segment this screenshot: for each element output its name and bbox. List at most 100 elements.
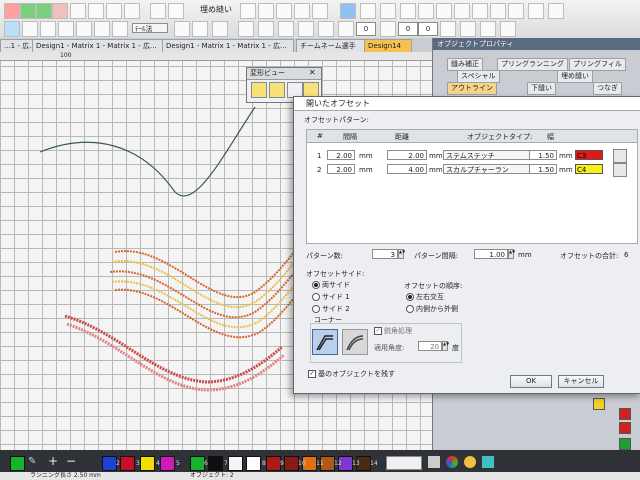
zigzag4-tool-button[interactable] [294,3,310,19]
hourglass-tool-button[interactable] [258,21,274,37]
remove-color-icon[interactable]: − [66,454,76,468]
stitch-tool-button[interactable] [4,3,20,19]
zigzag5-tool-button[interactable] [312,3,328,19]
extra-value[interactable]: 0 [418,22,438,36]
swatch-11[interactable] [284,456,299,471]
pen-tool-button[interactable] [150,3,166,19]
row1-spacing-input[interactable]: 2.00 [327,150,355,160]
swatch-9[interactable] [246,456,261,471]
corner-sharp-icon[interactable] [312,329,338,355]
wave5-tool-button[interactable] [480,21,496,37]
swatch-10[interactable] [266,456,281,471]
grid3-tool-button[interactable] [94,21,110,37]
rotate-icon[interactable] [338,21,354,37]
zigzag-tool-button[interactable] [240,3,256,19]
pattern7-tool-button[interactable] [454,3,470,19]
swatch-8[interactable] [228,456,243,471]
swatch-4[interactable] [140,456,155,471]
pattern-spacing-input[interactable]: 1.00 [474,249,508,259]
rotate-value[interactable]: 0 [356,22,376,36]
cancel-button[interactable]: キャンセル [558,375,604,388]
row1-color-picker-icon[interactable] [613,149,627,163]
tab-connect[interactable]: つなぎ [593,82,622,95]
arrow-tool-button[interactable] [238,21,254,37]
hourglass2-tool-button[interactable] [278,21,294,37]
tab-doc3[interactable]: Design1 - Matrix 1 - Matrix 1 - 広... [162,39,294,53]
swatch-green[interactable] [619,438,631,450]
shirt-tool-button[interactable] [20,3,36,19]
tab-fill[interactable]: 埋め縫い [557,70,593,83]
wave2-tool-button[interactable] [88,3,104,19]
swatch-2[interactable] [102,456,117,471]
corner-round-icon[interactable] [342,329,368,355]
side-both-radio[interactable] [312,281,320,289]
swatch-red[interactable] [619,408,631,420]
shape2-tool-button[interactable] [192,21,208,37]
row2-color-swatch[interactable]: C4 [575,164,603,174]
slant-icon[interactable] [380,21,396,37]
blue-tool-button[interactable] [340,3,356,19]
pattern8-tool-button[interactable] [472,3,488,19]
pattern-count-input[interactable]: 3 [372,249,398,259]
swatch-5[interactable] [160,456,175,471]
tab-design14[interactable]: Design14 [364,39,412,53]
node-select-icon[interactable] [251,82,267,98]
tab-doc2[interactable]: Design1 - Matrix 1 - Matrix 1 - 広... [32,39,164,53]
swatch-6[interactable] [190,456,205,471]
pattern-tool-button[interactable] [52,3,68,19]
row2-distance-input[interactable]: 4.00 [387,164,427,174]
curve-tool-button[interactable] [76,21,92,37]
pattern-count-spinner[interactable]: ▲▼ [398,249,405,259]
shape-tool-button[interactable] [174,21,190,37]
color-wheel-icon[interactable] [446,456,458,468]
row1-distance-input[interactable]: 2.00 [387,150,427,160]
swatch-7[interactable] [208,456,223,471]
order-alternate-radio[interactable] [406,293,414,301]
pattern2-tool-button[interactable] [360,3,376,19]
pattern-spacing-spinner[interactable]: ▲▼ [508,249,515,259]
pattern10-tool-button[interactable] [508,3,524,19]
stitch-method-select[interactable]: ﾃｰﾙ法 [132,23,168,33]
transform-icon[interactable] [269,82,285,98]
pattern6-tool-button[interactable] [436,3,452,19]
wave-tool-button[interactable] [70,3,86,19]
line-tool-button[interactable] [168,3,184,19]
tab-underlay[interactable]: 下縫い [527,82,556,95]
row1-type-select[interactable]: ステムステッチ [443,150,533,160]
hand-tool-button[interactable] [4,21,20,37]
select-tool-button[interactable] [22,21,38,37]
row2-type-select[interactable]: スカルプチャーラン [443,164,533,174]
side-2-radio[interactable] [312,305,320,313]
ok-button[interactable]: OK [510,375,552,388]
sharp-corner-checkbox[interactable]: ✓ [374,327,382,335]
lasso-tool-button[interactable] [40,21,56,37]
row1-color-swatch[interactable]: C3 [575,150,603,160]
tab-doc1[interactable]: ...1 - 広... [0,39,36,53]
wave4-tool-button[interactable] [460,21,476,37]
stitch2-tool-button[interactable] [58,21,74,37]
zigzag2-tool-button[interactable] [258,3,274,19]
row2-spacing-input[interactable]: 2.00 [327,164,355,174]
stitch-preview-icon[interactable] [386,456,422,470]
wave6-tool-button[interactable] [500,21,516,37]
row1-width-input[interactable]: 1.50 [529,150,557,160]
eyedropper-icon[interactable]: ✎ [28,456,36,467]
shirt2-tool-button[interactable] [36,3,52,19]
apply-angle-spinner[interactable]: ▲▼ [442,341,449,351]
add-color-icon[interactable]: + [48,454,58,468]
swatch-3[interactable] [120,456,135,471]
pattern4-tool-button[interactable] [400,3,416,19]
wave3-tool-button[interactable] [440,21,456,37]
tool-icon-b[interactable] [464,456,476,468]
tab-outline[interactable]: アウトライン [447,82,497,95]
hourglass4-tool-button[interactable] [318,21,334,37]
tool-icon-c[interactable] [482,456,494,468]
swatch-yellow[interactable] [593,398,605,410]
row2-color-picker-icon[interactable] [613,163,627,177]
swatch-1[interactable] [10,456,25,471]
pattern12-tool-button[interactable] [548,3,564,19]
pattern3-tool-button[interactable] [380,3,396,19]
grid4-tool-button[interactable] [112,21,128,37]
slant-value[interactable]: 0 [398,22,418,36]
zigzag3-tool-button[interactable] [276,3,292,19]
